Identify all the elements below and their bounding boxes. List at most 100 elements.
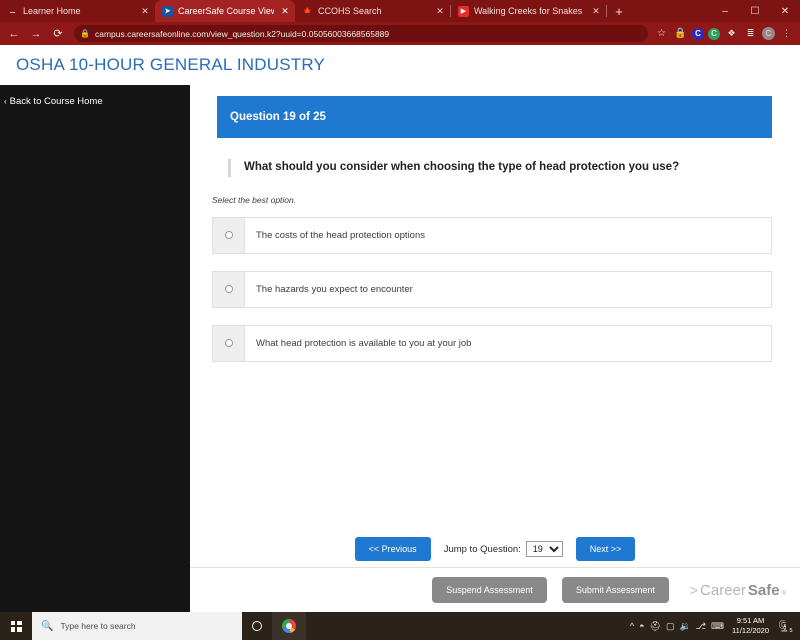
reload-icon[interactable]: ⟳	[48, 24, 68, 44]
tab-title: Walking Creeks for Snakes in Me	[474, 6, 585, 16]
back-arrow-icon[interactable]: ←	[4, 24, 24, 44]
back-to-course-home-link[interactable]: ‹ Back to Course Home	[0, 96, 190, 107]
logo-text-light: Career	[700, 581, 746, 599]
learner-icon: ⚊	[9, 7, 16, 15]
tab-strip: ⚊ Learner Home ✕ ➤ CareerSafe Course Vie…	[0, 0, 800, 22]
next-question-button[interactable]: Next >>	[575, 537, 636, 561]
suspend-assessment-button[interactable]: Suspend Assessment	[432, 577, 547, 603]
search-icon: 🔍	[41, 620, 54, 632]
forward-arrow-icon[interactable]: →	[26, 24, 46, 44]
browser-tab-careersafe-course-viewer[interactable]: ➤ CareerSafe Course Viewer ✕	[155, 0, 295, 22]
system-tray: ^ ◓ ⛑ ▢ 🔉 ⎇ ⌨ 9:51 AM 11/12/2020 🗜 5	[630, 616, 800, 636]
tray-keyboard-icon[interactable]: ⌨	[711, 621, 724, 632]
chrome-icon	[282, 619, 296, 633]
answer-option-label: What head protection is available to you…	[256, 337, 472, 349]
course-sidebar: ‹ Back to Course Home	[0, 85, 190, 612]
cortana-button[interactable]	[242, 612, 272, 640]
answer-options-list: The costs of the head protection options…	[212, 216, 772, 362]
taskbar-search-box[interactable]: 🔍 Type here to search	[32, 612, 242, 640]
password-manager-icon[interactable]: 🔒	[673, 26, 688, 41]
jump-to-question-select[interactable]: 19	[525, 541, 563, 557]
taskbar-clock[interactable]: 9:51 AM 11/12/2020	[729, 616, 772, 636]
answer-option[interactable]: The hazards you expect to encounter	[212, 270, 772, 308]
browser-toolbar: ← → ⟳ 🔒 campus.careersafeonline.com/view…	[0, 22, 800, 45]
profile-avatar-icon[interactable]: C	[762, 27, 775, 40]
assessment-footer: Suspend Assessment Submit Assessment > C…	[190, 568, 800, 612]
youtube-icon: ▶	[458, 5, 469, 17]
tab-close-icon[interactable]: ✕	[590, 6, 602, 16]
close-window-button[interactable]: ✕	[770, 0, 800, 22]
answer-option-label: The hazards you expect to encounter	[256, 283, 413, 295]
extensions-puzzle-icon[interactable]: ❖	[724, 26, 739, 41]
tray-overflow-chevron-icon[interactable]: ^	[630, 621, 634, 631]
radio-cell[interactable]	[213, 271, 245, 307]
radio-cell[interactable]	[213, 217, 245, 253]
tray-bluetooth-icon[interactable]: ⎇	[696, 621, 706, 632]
browser-tab-youtube-video[interactable]: ▶ Walking Creeks for Snakes in Me ✕	[451, 0, 606, 22]
previous-question-button[interactable]: << Previous	[354, 537, 431, 561]
page-content: OSHA 10-HOUR GENERAL INDUSTRY ‹ Back to …	[0, 45, 800, 612]
lock-icon: 🔒	[80, 29, 90, 38]
tab-close-icon[interactable]: ✕	[434, 6, 446, 16]
assessment-body: Question 19 of 25 What should you consid…	[190, 85, 800, 568]
logo-chevron-icon: >	[689, 581, 699, 598]
answer-option[interactable]: What head protection is available to you…	[212, 324, 772, 362]
reading-list-icon[interactable]: ≣	[743, 26, 758, 41]
radio-button-icon[interactable]	[224, 339, 233, 348]
bookmark-star-icon[interactable]: ☆	[654, 26, 669, 41]
tab-title: CCOHS Search	[318, 6, 382, 16]
browser-window: ⚊ Learner Home ✕ ➤ CareerSafe Course Vie…	[0, 0, 800, 612]
extension-c-green-icon[interactable]: C	[708, 27, 720, 40]
question-prompt: What should you consider when choosing t…	[228, 159, 745, 177]
ccohs-icon: 🍁	[303, 7, 312, 15]
jump-to-question-group: Jump to Question: 19	[444, 541, 563, 557]
answer-option-label: The costs of the head protection options	[256, 229, 425, 241]
google-chrome-taskbar-button[interactable]	[272, 612, 306, 640]
question-banner: Question 19 of 25	[217, 96, 772, 138]
url-text: campus.careersafeonline.com/view_questio…	[94, 28, 390, 39]
address-bar[interactable]: 🔒 campus.careersafeonline.com/view_quest…	[74, 25, 648, 42]
tab-title: Learner Home	[23, 6, 81, 16]
tray-network-icon[interactable]: ▢	[666, 621, 675, 632]
browser-tab-ccohs-search[interactable]: 🍁 CCOHS Search ✕	[295, 0, 450, 22]
clock-date: 11/12/2020	[732, 626, 770, 635]
radio-button-icon[interactable]	[224, 231, 233, 240]
careersafe-icon: ➤	[162, 5, 173, 17]
new-tab-button[interactable]: +	[607, 0, 631, 22]
question-hint: Select the best option.	[212, 194, 297, 205]
assessment-panel: Question 19 of 25 What should you consid…	[190, 85, 800, 612]
tab-title: CareerSafe Course Viewer	[178, 6, 274, 16]
careersafe-logo: > Career Safe ®	[690, 582, 786, 599]
start-button[interactable]	[0, 612, 32, 640]
tray-security-warning-icon[interactable]: ⛑	[650, 621, 661, 632]
minimize-button[interactable]: –	[710, 0, 740, 22]
windows-logo-icon	[10, 620, 22, 632]
logo-registered-mark: ®	[781, 590, 786, 597]
radio-cell[interactable]	[213, 325, 245, 361]
chrome-menu-icon[interactable]: ⋮	[779, 26, 794, 41]
tray-volume-icon[interactable]: 🔉	[679, 621, 690, 632]
notification-count-badge: 5	[787, 626, 795, 635]
action-center-icon[interactable]: 🗜 5	[777, 620, 795, 635]
page-body: ‹ Back to Course Home Question 19 of 25 …	[0, 85, 800, 612]
tab-close-icon[interactable]: ✕	[139, 6, 151, 16]
windows-taskbar: 🔍 Type here to search ^ ◓ ⛑ ▢ 🔉 ⎇ ⌨ 9:51…	[0, 612, 800, 640]
tray-onedrive-icon[interactable]: ◓	[639, 621, 644, 631]
extension-c-blue-icon[interactable]: C	[692, 27, 704, 40]
clock-time: 9:51 AM	[736, 615, 765, 625]
maximize-button[interactable]: ☐	[740, 0, 770, 22]
window-controls: – ☐ ✕	[710, 0, 800, 22]
search-placeholder: Type here to search	[60, 621, 136, 631]
browser-tab-learner-home[interactable]: ⚊ Learner Home ✕	[0, 0, 155, 22]
question-navigation: << Previous Jump to Question: 19 Next >>	[190, 537, 800, 561]
chevron-left-icon: ‹	[4, 97, 7, 106]
answer-option[interactable]: The costs of the head protection options	[212, 216, 772, 254]
logo-text-bold: Safe	[747, 581, 780, 599]
tab-close-icon[interactable]: ✕	[279, 6, 291, 16]
submit-assessment-button[interactable]: Submit Assessment	[561, 577, 669, 603]
toolbar-icon-group: ☆ 🔒 C C ❖ ≣ C ⋮	[654, 26, 796, 41]
page-title: OSHA 10-HOUR GENERAL INDUSTRY	[16, 55, 326, 74]
jump-to-question-label: Jump to Question:	[443, 543, 521, 555]
radio-button-icon[interactable]	[224, 285, 233, 294]
back-link-label: Back to Course Home	[9, 96, 103, 107]
